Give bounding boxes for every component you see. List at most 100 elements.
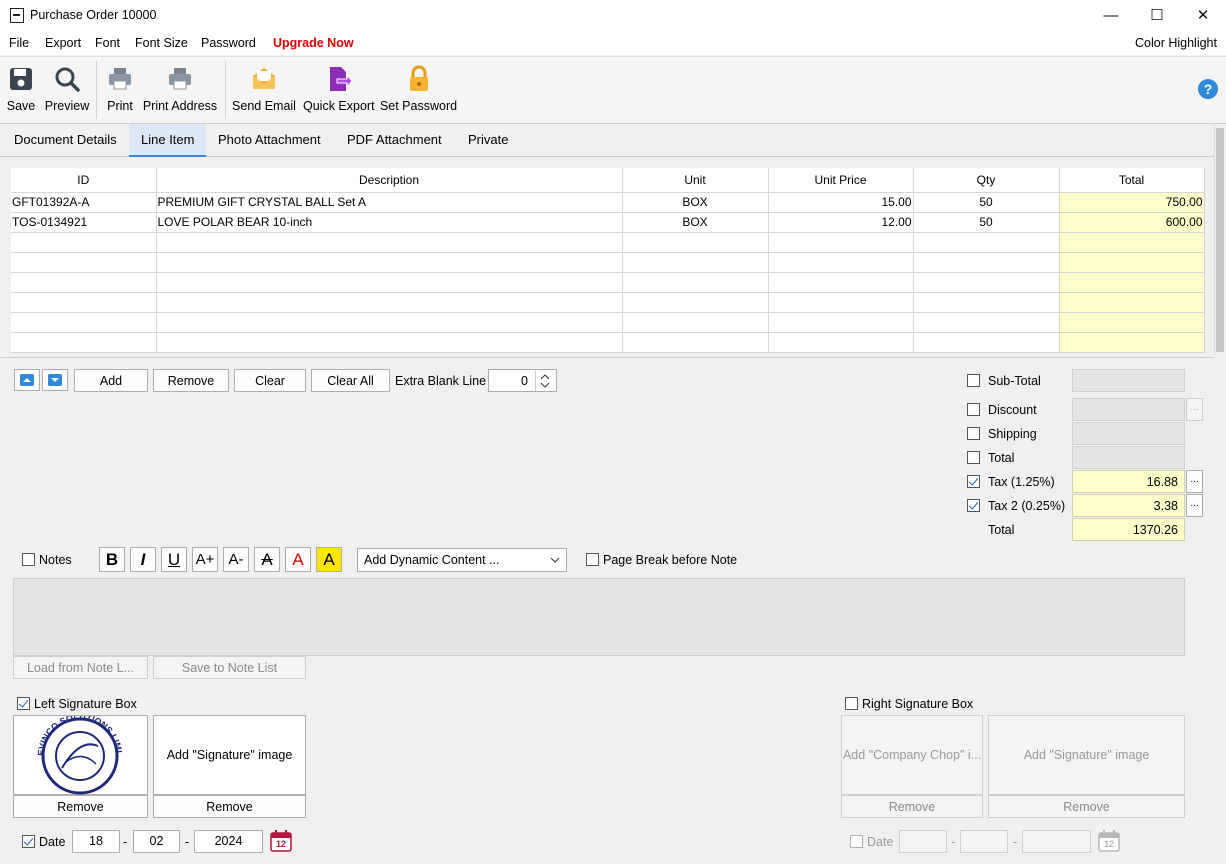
cell-description[interactable] bbox=[156, 332, 623, 354]
table-row[interactable]: GFT01392A-A PREMIUM GIFT CRYSTAL BALL Se… bbox=[11, 192, 1205, 213]
save-button[interactable]: Save bbox=[4, 57, 38, 123]
column-header-unit-price[interactable]: Unit Price bbox=[768, 168, 914, 193]
move-down-button[interactable] bbox=[42, 369, 68, 391]
tab-private[interactable]: Private bbox=[456, 124, 520, 157]
cell-qty[interactable]: 50 bbox=[913, 192, 1060, 213]
scrollbar-thumb[interactable] bbox=[1216, 128, 1224, 352]
cell-unit[interactable] bbox=[622, 232, 769, 253]
table-row[interactable] bbox=[11, 292, 1205, 313]
menu-upgrade-now[interactable]: Upgrade Now bbox=[273, 36, 354, 50]
tax-field[interactable]: 16.88 bbox=[1072, 470, 1185, 493]
minimize-icon[interactable]: — bbox=[1088, 0, 1134, 31]
cell-description[interactable]: PREMIUM GIFT CRYSTAL BALL Set A bbox=[156, 192, 623, 213]
cell-id[interactable] bbox=[11, 312, 157, 333]
close-icon[interactable]: ✕ bbox=[1180, 0, 1226, 31]
save-to-note-list-button[interactable]: Save to Note List bbox=[153, 656, 306, 679]
add-line-button[interactable]: Add bbox=[74, 369, 148, 392]
right-date-month[interactable] bbox=[960, 830, 1008, 853]
cell-unit[interactable] bbox=[622, 252, 769, 273]
right-signature-image-box[interactable]: Add "Signature" image bbox=[988, 715, 1185, 795]
cell-description[interactable] bbox=[156, 292, 623, 313]
tax2-options-button[interactable]: ... bbox=[1186, 494, 1203, 517]
font-color-button[interactable]: A bbox=[285, 547, 311, 572]
print-button[interactable]: Print bbox=[104, 57, 136, 123]
remove-right-chop-button[interactable]: Remove bbox=[841, 795, 983, 818]
right-company-chop-box[interactable]: Add "Company Chop" i... bbox=[841, 715, 983, 795]
cell-qty[interactable]: 50 bbox=[913, 212, 1060, 233]
set-password-button[interactable]: Set Password bbox=[379, 57, 458, 123]
calendar-icon-disabled[interactable]: 12 bbox=[1098, 830, 1120, 852]
cell-unit-price[interactable]: 15.00 bbox=[768, 192, 914, 213]
cell-unit[interactable]: BOX bbox=[622, 212, 769, 233]
column-header-id[interactable]: ID bbox=[11, 168, 157, 193]
right-date-checkbox[interactable] bbox=[850, 835, 863, 848]
cell-description[interactable] bbox=[156, 272, 623, 293]
left-date-year[interactable]: 2024 bbox=[194, 830, 263, 853]
underline-button[interactable]: U bbox=[161, 547, 187, 572]
calendar-icon[interactable]: 12 bbox=[270, 830, 292, 852]
cell-id[interactable] bbox=[11, 332, 157, 354]
column-header-total[interactable]: Total bbox=[1059, 168, 1205, 193]
shipping-checkbox[interactable] bbox=[967, 427, 980, 440]
clear-all-button[interactable]: Clear All bbox=[311, 369, 390, 392]
remove-left-signature-button[interactable]: Remove bbox=[153, 795, 306, 818]
preview-button[interactable]: Preview bbox=[44, 57, 90, 123]
color-highlight-link[interactable]: Color Highlight bbox=[1135, 36, 1217, 50]
table-row[interactable] bbox=[11, 252, 1205, 273]
column-header-description[interactable]: Description bbox=[156, 168, 623, 193]
cell-id[interactable]: GFT01392A-A bbox=[11, 192, 157, 213]
cell-id[interactable]: TOS-0134921 bbox=[11, 212, 157, 233]
cell-qty[interactable] bbox=[913, 292, 1060, 313]
tax-options-button[interactable]: ... bbox=[1186, 470, 1203, 493]
highlight-button[interactable]: A bbox=[316, 547, 342, 572]
tab-photo-attachment[interactable]: Photo Attachment bbox=[206, 124, 333, 157]
extra-blank-line-stepper[interactable]: 0 bbox=[488, 369, 557, 392]
cell-id[interactable] bbox=[11, 292, 157, 313]
cell-description[interactable] bbox=[156, 252, 623, 273]
send-email-button[interactable]: Send Email bbox=[231, 57, 297, 123]
table-row[interactable] bbox=[11, 332, 1205, 354]
cell-unit-price[interactable] bbox=[768, 232, 914, 253]
cell-qty[interactable] bbox=[913, 332, 1060, 354]
tab-line-item[interactable]: Line Item bbox=[129, 124, 207, 157]
cell-unit-price[interactable] bbox=[768, 332, 914, 354]
menu-font[interactable]: Font bbox=[95, 36, 120, 50]
table-row[interactable] bbox=[11, 312, 1205, 333]
right-date-day[interactable] bbox=[899, 830, 947, 853]
remove-line-button[interactable]: Remove bbox=[153, 369, 229, 392]
cell-qty[interactable] bbox=[913, 232, 1060, 253]
cell-unit-price[interactable] bbox=[768, 312, 914, 333]
table-row[interactable] bbox=[11, 232, 1205, 253]
left-date-checkbox[interactable] bbox=[22, 835, 35, 848]
cell-description[interactable] bbox=[156, 232, 623, 253]
cell-unit-price[interactable] bbox=[768, 272, 914, 293]
table-row[interactable] bbox=[11, 272, 1205, 293]
menu-password[interactable]: Password bbox=[201, 36, 256, 50]
cell-unit-price[interactable] bbox=[768, 292, 914, 313]
cell-id[interactable] bbox=[11, 272, 157, 293]
right-date-year[interactable] bbox=[1022, 830, 1091, 853]
left-date-day[interactable]: 18 bbox=[72, 830, 120, 853]
cell-id[interactable] bbox=[11, 232, 157, 253]
left-date-month[interactable]: 02 bbox=[133, 830, 180, 853]
clear-line-button[interactable]: Clear bbox=[234, 369, 306, 392]
menu-file[interactable]: File bbox=[9, 36, 29, 50]
cell-unit[interactable] bbox=[622, 332, 769, 354]
remove-chop-button[interactable]: Remove bbox=[13, 795, 148, 818]
cell-id[interactable] bbox=[11, 252, 157, 273]
dynamic-content-select[interactable]: Add Dynamic Content ... bbox=[357, 548, 567, 572]
cell-unit[interactable] bbox=[622, 292, 769, 313]
cell-qty[interactable] bbox=[913, 272, 1060, 293]
tax2-field[interactable]: 3.38 bbox=[1072, 494, 1185, 517]
maximize-icon[interactable]: ☐ bbox=[1134, 0, 1180, 31]
load-from-note-list-button[interactable]: Load from Note L... bbox=[13, 656, 148, 679]
tab-pdf-attachment[interactable]: PDF Attachment bbox=[335, 124, 454, 157]
menu-font-size[interactable]: Font Size bbox=[135, 36, 188, 50]
italic-button[interactable]: I bbox=[130, 547, 156, 572]
cell-unit-price[interactable]: 12.00 bbox=[768, 212, 914, 233]
cell-qty[interactable] bbox=[913, 312, 1060, 333]
quick-export-button[interactable]: Quick Export bbox=[303, 57, 375, 123]
notes-checkbox[interactable] bbox=[22, 553, 35, 566]
help-icon[interactable]: ? bbox=[1198, 79, 1218, 99]
discount-options-button[interactable]: ... bbox=[1186, 398, 1203, 421]
